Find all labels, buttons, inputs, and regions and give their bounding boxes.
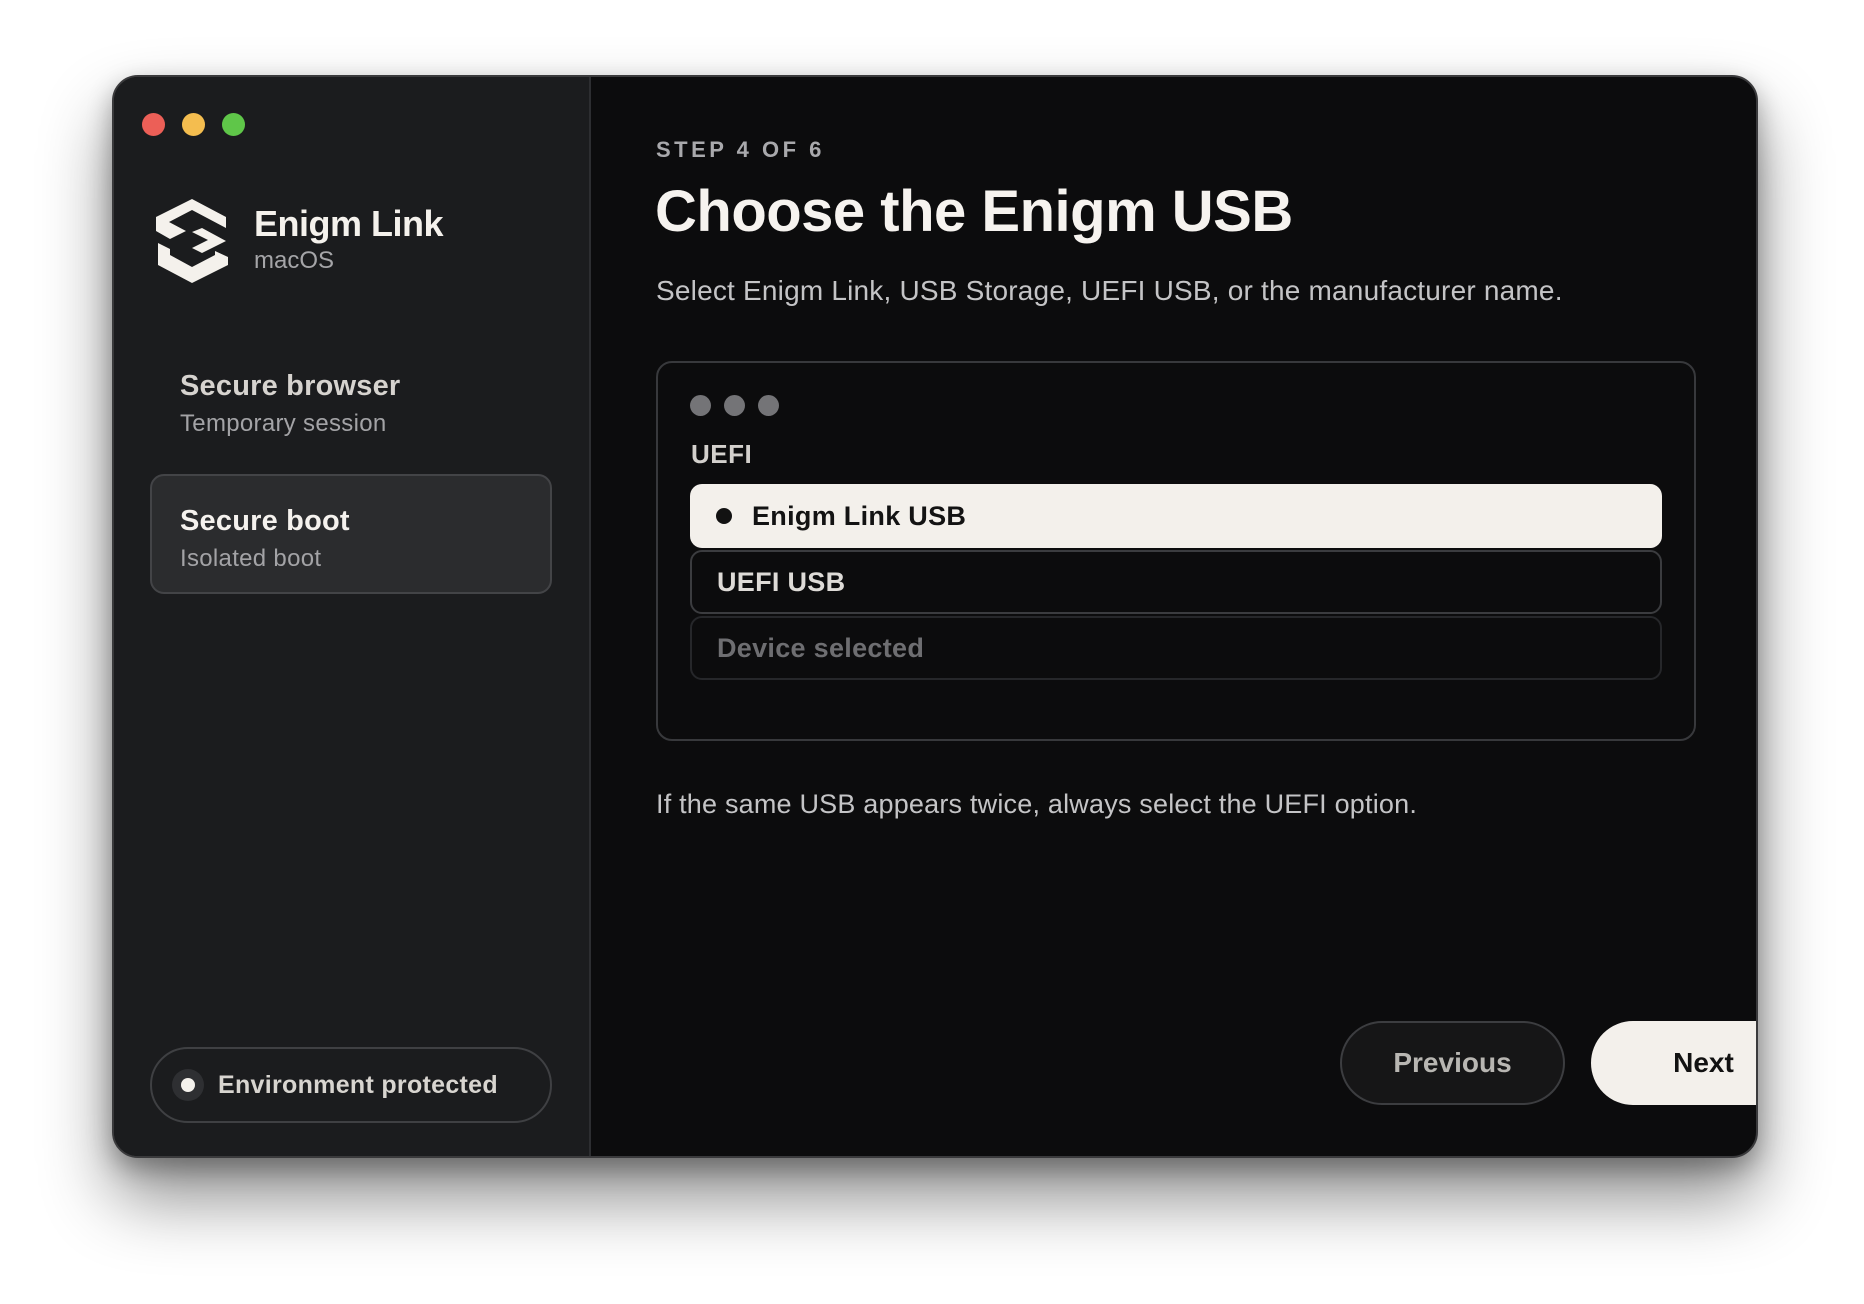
boot-option-device-selected: Device selected <box>690 616 1662 680</box>
page-title: Choose the Enigm USB <box>655 179 1293 244</box>
picker-group-label: UEFI <box>691 439 753 469</box>
boot-option-label: UEFI USB <box>717 566 846 597</box>
boot-device-picker: UEFI Enigm Link USB UEFI USB Device sele… <box>656 361 1696 741</box>
close-window-button[interactable] <box>142 113 165 136</box>
boot-option-enigm-link-usb[interactable]: Enigm Link USB <box>690 484 1662 548</box>
main-panel: STEP 4 OF 6 Choose the Enigm USB Select … <box>591 77 1756 1156</box>
boot-option-label: Enigm Link USB <box>752 500 967 531</box>
step-indicator: STEP 4 OF 6 <box>656 137 825 162</box>
environment-status-label: Environment protected <box>218 1070 498 1099</box>
minimize-window-button[interactable] <box>182 113 205 136</box>
enigm-logo-icon <box>156 199 228 283</box>
brand: Enigm Link macOS <box>152 195 444 285</box>
boot-option-uefi-usb[interactable]: UEFI USB <box>690 550 1662 614</box>
sidebar-item-title: Secure boot <box>180 505 350 537</box>
app-title: Enigm Link <box>254 203 444 244</box>
uefi-hint-text: If the same USB appears twice, always se… <box>656 789 1418 819</box>
sidebar: Enigm Link macOS Secure browser Temporar… <box>114 77 591 1156</box>
sidebar-item-secure-browser[interactable]: Secure browser Temporary session <box>150 339 552 459</box>
window-controls <box>142 113 245 136</box>
sidebar-item-subtitle: Temporary session <box>180 410 387 437</box>
sidebar-item-secure-boot[interactable]: Secure boot Isolated boot <box>150 474 552 594</box>
page-subtitle: Select Enigm Link, USB Storage, UEFI USB… <box>656 275 1563 306</box>
environment-status-badge: Environment protected <box>150 1047 552 1123</box>
previous-button[interactable]: Previous <box>1340 1021 1565 1105</box>
app-platform: macOS <box>254 247 335 274</box>
picker-window-dots-icon <box>690 395 779 416</box>
next-button[interactable]: Next <box>1591 1021 1756 1105</box>
boot-option-label: Device selected <box>717 632 925 663</box>
zoom-window-button[interactable] <box>222 113 245 136</box>
selected-bullet-icon <box>716 508 732 524</box>
installer-window: Enigm Link macOS Secure browser Temporar… <box>112 75 1758 1158</box>
sidebar-item-title: Secure browser <box>180 370 401 402</box>
status-dot-icon <box>172 1069 204 1101</box>
sidebar-item-subtitle: Isolated boot <box>180 545 322 572</box>
